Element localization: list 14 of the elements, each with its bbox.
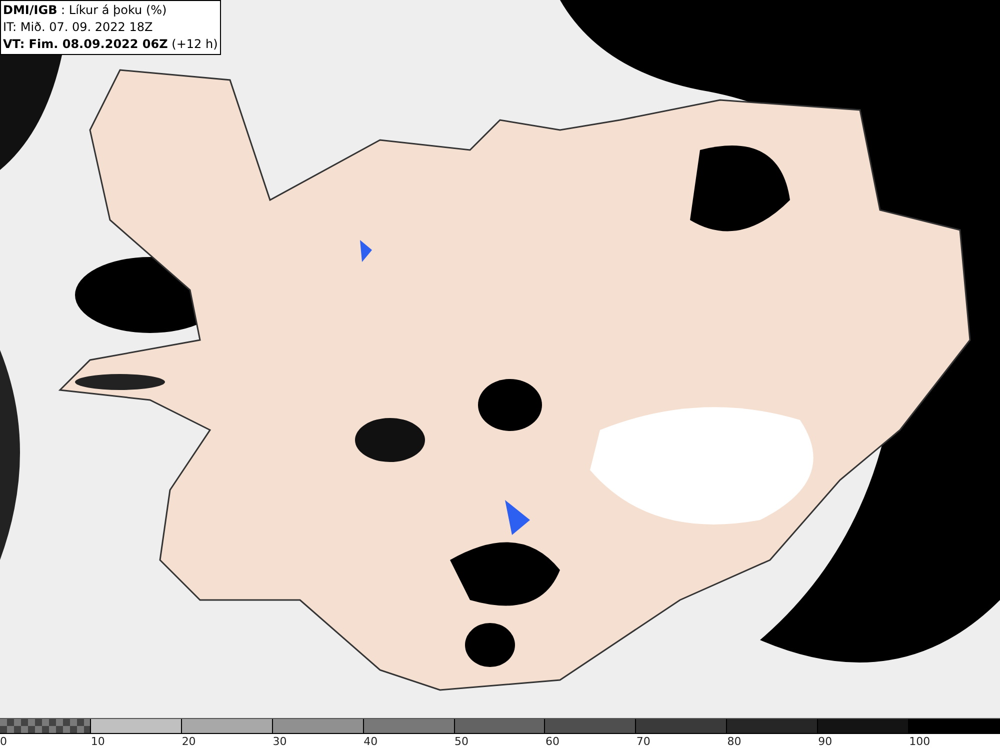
legend-tick-label: 60 — [545, 735, 560, 748]
legend-tick-label: 90 — [818, 735, 832, 748]
legend-tick-label: 80 — [727, 735, 742, 748]
legend-tick-label: 70 — [636, 735, 650, 748]
legend-tick-label: 20 — [182, 735, 196, 748]
legend-tick-label: 30 — [272, 735, 287, 748]
legend-tick-label: 100 — [909, 735, 930, 748]
header-line: DMI/IGB : Líkur á þoku (%) — [3, 2, 168, 19]
legend-tick-label: 0 — [0, 735, 7, 748]
header-line: VT: Fim. 08.09.2022 06Z (+12 h) — [3, 36, 218, 53]
legend-tick-label: 40 — [364, 735, 378, 748]
header-line: IT: Mið. 07. 09. 2022 18Z — [3, 19, 154, 36]
legend-tick-label: 50 — [454, 735, 469, 748]
legend-tick-label: 10 — [90, 735, 105, 748]
